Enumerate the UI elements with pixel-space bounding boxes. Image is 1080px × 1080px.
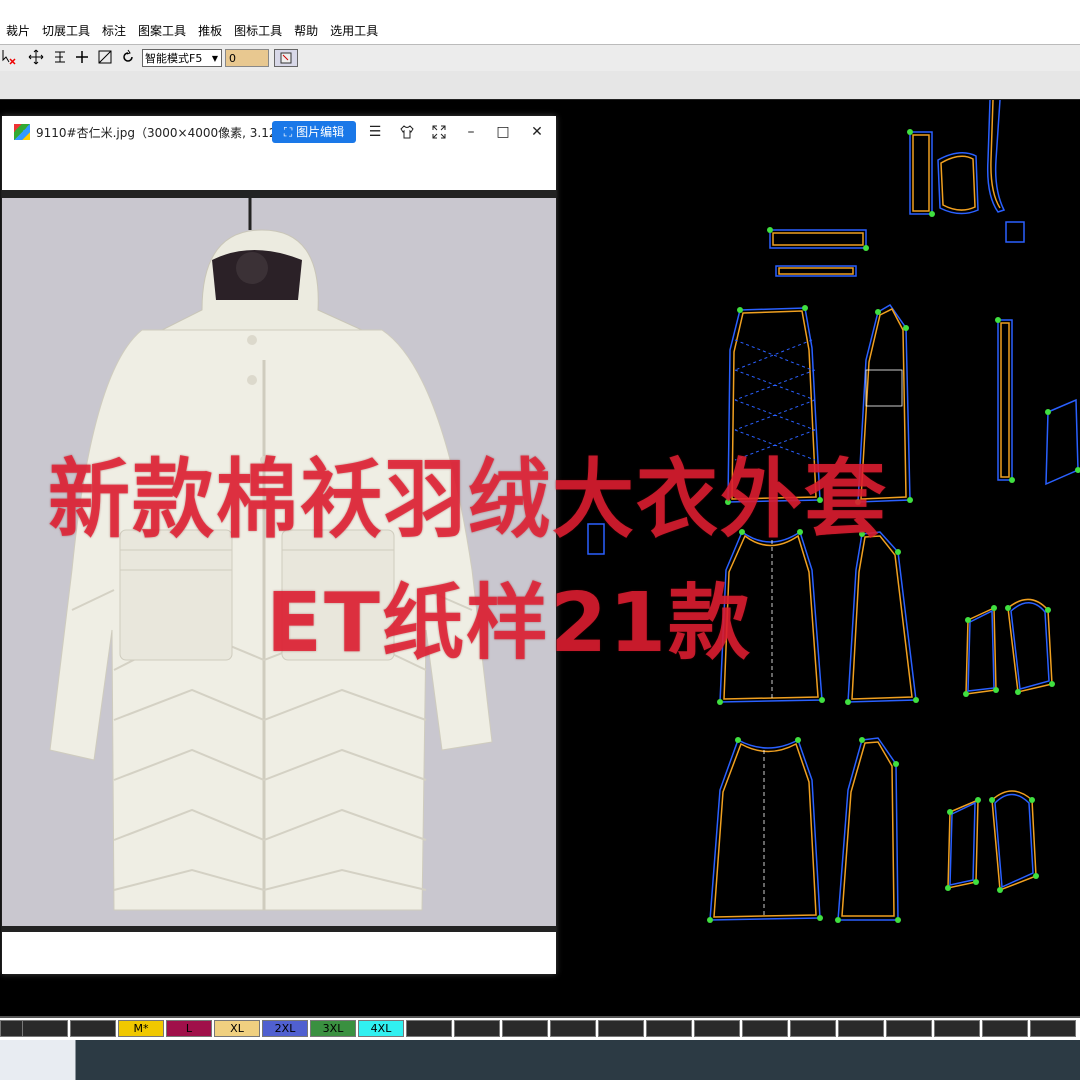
maximize-button[interactable]: □ (492, 122, 514, 142)
mode-select[interactable]: 智能模式F5 ▼ (142, 49, 222, 67)
resize-icon[interactable] (95, 48, 115, 68)
size-slot-empty[interactable] (838, 1020, 884, 1037)
color-swatch-icon (280, 52, 292, 64)
pattern-piece-tab (1005, 221, 1025, 243)
size-slot-empty[interactable] (694, 1020, 740, 1037)
pattern-piece-collar (769, 229, 867, 277)
mode-select-value: 智能模式F5 (145, 52, 203, 65)
size-slot-empty[interactable] (934, 1020, 980, 1037)
menu-item-icon-tool[interactable]: 图标工具 (228, 22, 288, 39)
size-slot-empty[interactable] (598, 1020, 644, 1037)
pattern-piece-back-lining (857, 304, 911, 503)
pattern-piece-front-lining (727, 307, 821, 503)
number-input[interactable]: 0 (225, 49, 269, 67)
size-3xl[interactable]: 3XL (310, 1020, 356, 1037)
secondary-toolbar (0, 71, 1080, 101)
viewer-title: 9110#杏仁米.jpg（3000×4000像素, 3.12M (36, 126, 272, 140)
size-slot-empty[interactable] (742, 1020, 788, 1037)
pattern-piece-placket (997, 319, 1013, 481)
delete-cursor-icon[interactable] (0, 48, 20, 68)
color-button[interactable] (274, 49, 298, 67)
toolbar: 智能模式F5 ▼ 0 (0, 44, 1080, 72)
menu-row: 裁片 切展工具 标注 图案工具 推板 图标工具 帮助 选用工具 (0, 22, 384, 39)
menu-bar: 裁片 切展工具 标注 图案工具 推板 图标工具 帮助 选用工具 (0, 0, 1080, 44)
pattern-piece-front-shell (719, 530, 823, 703)
pattern-piece-back-shell (847, 531, 917, 703)
pattern-piece-front-long (709, 738, 821, 921)
size-slot-empty[interactable] (406, 1020, 452, 1037)
pattern-piece-sleeve-large (1007, 598, 1053, 693)
pattern-piece-sleeve-strip (909, 131, 933, 215)
size-slot-empty[interactable] (982, 1020, 1028, 1037)
image-edit-button[interactable]: ⛶ 图片编辑 (272, 121, 356, 143)
photo-frame-bottom (2, 926, 556, 932)
size-4xl[interactable]: 4XL (358, 1020, 404, 1037)
size-xl[interactable]: XL (214, 1020, 260, 1037)
menu-item-pattern-tool[interactable]: 图案工具 (132, 22, 192, 39)
size-l[interactable]: L (166, 1020, 212, 1037)
size-slot-empty[interactable] (70, 1020, 116, 1037)
size-slot-empty[interactable] (502, 1020, 548, 1037)
menu-item-grading[interactable]: 推板 (192, 22, 228, 39)
image-app-icon (14, 124, 30, 140)
viewer-titlebar: 9110#杏仁米.jpg（3000×4000像素, 3.12M ⛶ 图片编辑 ☰… (2, 116, 556, 148)
chevron-down-icon: ▼ (211, 54, 219, 63)
fullscreen-icon[interactable] (428, 122, 450, 142)
menu-item-annotate[interactable]: 标注 (96, 22, 132, 39)
align-icon[interactable] (50, 48, 70, 68)
menu-item-cut-pieces[interactable]: 裁片 (0, 22, 36, 39)
size-slot-empty[interactable] (22, 1020, 68, 1037)
pattern-piece-back-long (837, 737, 899, 921)
size-slot-empty[interactable] (886, 1020, 932, 1037)
menu-item-select-tool[interactable]: 选用工具 (324, 22, 384, 39)
size-2xl[interactable]: 2XL (262, 1020, 308, 1037)
pattern-piece-hood (937, 152, 979, 215)
plus-icon[interactable] (72, 48, 92, 68)
image-viewer-window[interactable]: 9110#杏仁米.jpg（3000×4000像素, 3.12M ⛶ 图片编辑 ☰… (2, 116, 556, 974)
size-slot-empty[interactable] (790, 1020, 836, 1037)
minimize-button[interactable]: – (460, 122, 482, 142)
menu-item-help[interactable]: 帮助 (288, 22, 324, 39)
taskbar (0, 1040, 1080, 1080)
edit-image-icon: ⛶ (283, 125, 297, 139)
coat-illustration (49, 190, 493, 911)
close-button[interactable]: ✕ (526, 122, 548, 142)
menu-icon[interactable]: ☰ (364, 122, 386, 142)
size-slot-empty[interactable] (550, 1020, 596, 1037)
move-icon[interactable] (26, 48, 46, 68)
image-edit-label: 图片编辑 (296, 125, 345, 139)
size-slot-empty[interactable] (1030, 1020, 1076, 1037)
menu-item-expand-tool[interactable]: 切展工具 (36, 22, 96, 39)
coat-photo (2, 190, 556, 932)
size-slot-empty[interactable] (454, 1020, 500, 1037)
size-slot-empty[interactable] (646, 1020, 692, 1037)
shirt-icon[interactable] (396, 122, 418, 142)
size-m[interactable]: M* (118, 1020, 164, 1037)
size-bar: M* L XL 2XL 3XL 4XL (0, 1016, 1080, 1040)
pattern-piece-small-tab (587, 523, 605, 555)
pattern-piece-hood-strip (986, 100, 1006, 213)
pattern-piece-sleeve-large-2 (991, 790, 1037, 892)
rotate-icon[interactable] (118, 48, 138, 68)
